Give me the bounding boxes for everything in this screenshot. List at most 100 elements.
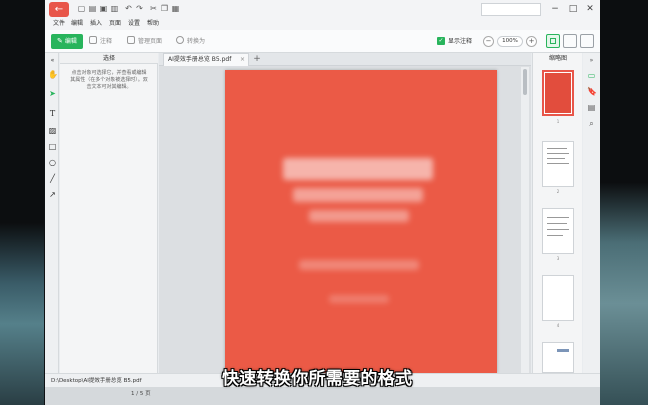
manage-pages-button[interactable]: 管理页面 bbox=[127, 36, 162, 47]
edit-button[interactable]: ✎ 编辑 bbox=[51, 34, 83, 49]
left-tool-strip: « ✋ ➤ T ▨ □ ○ ╱ ↗ bbox=[45, 53, 59, 373]
right-tool-strip: » ▭ 🔖 ▤ ⌕ bbox=[583, 53, 600, 373]
document-tab-label: AI提效手册总览 B5.pdf bbox=[168, 56, 232, 63]
cover-author-blur bbox=[299, 260, 419, 270]
thumbnail-panel: 缩略图 1 2 3 4 bbox=[532, 53, 582, 373]
titlebar-file-tab[interactable] bbox=[481, 3, 541, 16]
zoom-out-button[interactable]: − bbox=[483, 36, 494, 47]
thumbnail-icon[interactable]: ▭ bbox=[587, 71, 596, 80]
selection-panel-description: 点击对象可选择它，并查看或编辑其属性（在多个对象被选择时）。双击文本可对其编辑。 bbox=[70, 70, 148, 90]
minimize-button[interactable]: − bbox=[549, 3, 561, 15]
pages-icon bbox=[127, 36, 135, 44]
cover-footer-blur bbox=[329, 295, 389, 303]
comment-icon bbox=[89, 36, 97, 44]
menu-file[interactable]: 文件 bbox=[53, 19, 65, 29]
status-file-path: D:\Desktop\AI提效手册总览 B5.pdf bbox=[51, 378, 142, 384]
line-icon[interactable]: ╱ bbox=[48, 174, 57, 183]
thumb-text-line bbox=[547, 153, 569, 154]
hand-icon[interactable]: ✋ bbox=[48, 70, 58, 79]
two-page-view-button[interactable] bbox=[563, 34, 577, 48]
save-icon[interactable]: ▣ bbox=[99, 4, 108, 14]
search-icon[interactable]: ⌕ bbox=[587, 119, 596, 128]
menu-settings[interactable]: 设置 bbox=[128, 19, 140, 29]
collapse-panel-icon[interactable]: « bbox=[48, 56, 57, 65]
status-bar-secondary: 1 / 5 页 bbox=[45, 387, 600, 405]
thumbnail-cover-image bbox=[545, 73, 571, 113]
arrow-left-icon: ← bbox=[54, 4, 64, 15]
single-page-view-button[interactable] bbox=[546, 34, 560, 48]
zoom-in-button[interactable]: + bbox=[526, 36, 537, 47]
thumbnail-number: 1 bbox=[556, 119, 560, 124]
maximize-button[interactable]: □ bbox=[567, 3, 579, 15]
single-page-icon bbox=[550, 38, 556, 44]
thumbnail-number: 2 bbox=[556, 189, 560, 194]
thumb-text-line bbox=[547, 223, 567, 224]
menu-help[interactable]: 帮助 bbox=[147, 19, 159, 29]
thumb-text-line bbox=[547, 217, 569, 218]
document-tab[interactable]: AI提效手册总览 B5.pdf × bbox=[163, 53, 249, 66]
pdf-editor-window: ← ▢ ▤ ▣ ▥ ↶ ↷ ✂ ❐ ▦ − □ ✕ 文件 编辑 插入 页面 设置… bbox=[45, 0, 600, 405]
thumbnail-page-2[interactable] bbox=[542, 141, 574, 187]
selection-panel-header: 选择 bbox=[60, 53, 158, 64]
bookmark-icon[interactable]: 🔖 bbox=[587, 87, 597, 96]
status-page-info: 1 / 5 页 bbox=[131, 391, 151, 397]
cover-title-blur bbox=[283, 158, 433, 180]
paste-icon[interactable]: ▦ bbox=[171, 4, 180, 14]
thumbnail-page-4[interactable] bbox=[542, 275, 574, 321]
arrow-icon[interactable]: ↗ bbox=[48, 190, 57, 199]
thumb-text-line bbox=[547, 158, 565, 159]
thumb-text-line bbox=[547, 163, 569, 164]
cover-subtitle2-blur bbox=[309, 210, 409, 222]
menu-page[interactable]: 页面 bbox=[109, 19, 121, 29]
manage-pages-label: 管理页面 bbox=[138, 38, 163, 45]
thumbnail-page-1[interactable] bbox=[542, 70, 574, 116]
edit-button-label: 编辑 bbox=[64, 38, 77, 45]
back-button[interactable]: ← bbox=[49, 2, 69, 17]
thumbnail-panel-title: 缩略图 bbox=[548, 55, 567, 62]
menu-edit[interactable]: 编辑 bbox=[71, 19, 83, 29]
desktop-wallpaper-left bbox=[0, 0, 44, 405]
thumb-graphic bbox=[557, 349, 569, 352]
thumb-text-line bbox=[547, 235, 563, 236]
comment-button[interactable]: 注释 bbox=[89, 36, 112, 47]
titlebar: ← ▢ ▤ ▣ ▥ ↶ ↷ ✂ ❐ ▦ − □ ✕ bbox=[45, 0, 600, 19]
cut-icon[interactable]: ✂ bbox=[149, 4, 158, 14]
comment-icon[interactable]: ▤ bbox=[587, 103, 596, 112]
rectangle-icon[interactable]: □ bbox=[48, 142, 57, 151]
collapse-right-icon[interactable]: » bbox=[587, 56, 596, 65]
comment-label: 注释 bbox=[100, 38, 113, 45]
close-window-button[interactable]: ✕ bbox=[584, 3, 596, 15]
zoom-level-select[interactable]: 100% bbox=[497, 36, 523, 47]
menubar: 文件 编辑 插入 页面 设置 帮助 bbox=[45, 18, 600, 30]
convert-button[interactable]: 转换为 bbox=[176, 36, 205, 47]
add-tab-button[interactable]: + bbox=[251, 54, 263, 65]
copy-icon[interactable]: ❐ bbox=[160, 4, 169, 14]
image-icon[interactable]: ▨ bbox=[48, 126, 57, 135]
undo-icon[interactable]: ↶ bbox=[124, 4, 133, 14]
pdf-page-cover[interactable] bbox=[225, 70, 497, 373]
select-arrow-icon[interactable]: ➤ bbox=[48, 89, 57, 98]
close-tab-icon[interactable]: × bbox=[240, 54, 245, 66]
open-icon[interactable]: ▤ bbox=[88, 4, 97, 14]
grid-view-button[interactable] bbox=[580, 34, 594, 48]
desktop-wallpaper-right bbox=[600, 0, 648, 405]
text-icon[interactable]: T bbox=[48, 109, 57, 118]
redo-icon[interactable]: ↷ bbox=[135, 4, 144, 14]
scrollbar-thumb[interactable] bbox=[523, 69, 527, 95]
document-area: AI提效手册总览 B5.pdf × + bbox=[159, 53, 531, 373]
selection-panel: 选择 点击对象可选择它，并查看或编辑其属性（在多个对象被选择时）。双击文本可对其… bbox=[60, 53, 158, 373]
document-vertical-scrollbar[interactable] bbox=[521, 67, 529, 373]
thumbnail-number: 3 bbox=[556, 256, 560, 261]
convert-icon bbox=[176, 36, 184, 44]
thumbnail-page-3[interactable] bbox=[542, 208, 574, 254]
cover-subtitle-blur bbox=[293, 188, 423, 202]
show-comments-checkbox[interactable]: ✓ bbox=[437, 37, 445, 45]
new-file-icon[interactable]: ▢ bbox=[77, 4, 86, 14]
convert-label: 转换为 bbox=[187, 38, 206, 45]
circle-icon[interactable]: ○ bbox=[48, 158, 57, 167]
thumbnail-page-5[interactable] bbox=[542, 342, 574, 373]
show-comments-label: 显示注释 bbox=[448, 38, 473, 45]
menu-insert[interactable]: 插入 bbox=[90, 19, 102, 29]
thumb-text-line bbox=[547, 148, 567, 149]
print-icon[interactable]: ▥ bbox=[110, 4, 119, 14]
